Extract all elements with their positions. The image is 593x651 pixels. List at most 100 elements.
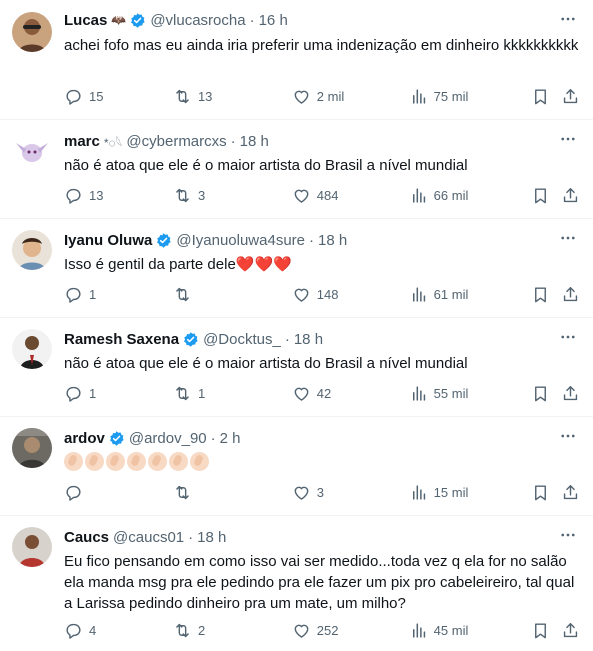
timestamp[interactable]: 16 h: [259, 12, 288, 29]
avatar[interactable]: [12, 527, 52, 567]
author-name[interactable]: marc: [64, 133, 100, 150]
tweet-text: achei fofo mas eu ainda iria preferir um…: [64, 37, 579, 54]
avatar[interactable]: [12, 428, 52, 468]
bookmark-button[interactable]: [531, 285, 561, 304]
like-button[interactable]: 2 mil: [292, 87, 409, 106]
share-button[interactable]: [561, 87, 581, 106]
retweet-button[interactable]: 13: [173, 87, 292, 106]
reply-icon: [64, 384, 83, 403]
more-icon[interactable]: [559, 526, 577, 544]
like-button[interactable]: 484: [292, 186, 409, 205]
like-count: 3: [316, 484, 325, 500]
retweet-count: 13: [197, 88, 213, 104]
name-emoji: *◌⁠⁠𓆩: [103, 136, 123, 150]
like-button[interactable]: 148: [292, 285, 409, 304]
views-icon: [409, 483, 428, 502]
timestamp[interactable]: 18 h: [318, 232, 347, 249]
timestamp[interactable]: 2 h: [220, 430, 241, 447]
like-button[interactable]: 3: [292, 483, 409, 502]
avatar[interactable]: [12, 230, 52, 270]
author-handle[interactable]: @cybermarcxs: [126, 133, 226, 150]
view-count: 75 mil: [433, 88, 469, 104]
author-name[interactable]: Iyanu Oluwa: [64, 232, 152, 249]
retweet-button[interactable]: 3: [173, 186, 292, 205]
reply-button[interactable]: 1: [64, 384, 173, 403]
author-name[interactable]: Lucas: [64, 12, 107, 29]
author-handle[interactable]: @Iyanuoluwa4sure: [176, 232, 305, 249]
more-icon[interactable]: [559, 130, 577, 148]
verified-icon: [182, 331, 199, 348]
bookmark-button[interactable]: [531, 87, 561, 106]
avatar[interactable]: [12, 12, 52, 52]
like-count: 148: [316, 286, 339, 302]
avatar[interactable]: [12, 329, 52, 369]
verified-icon: [129, 12, 146, 29]
more-icon[interactable]: [559, 10, 577, 28]
retweet-icon: [173, 285, 192, 304]
bookmark-button[interactable]: [531, 621, 561, 640]
share-button[interactable]: [561, 621, 581, 640]
views-button[interactable]: 75 mil: [409, 87, 532, 106]
tweet-text: Eu fico pensando em como isso vai ser me…: [64, 553, 575, 612]
avatar[interactable]: [12, 131, 52, 171]
reply-count: 13: [89, 187, 104, 203]
author-name[interactable]: Ramesh Saxena: [64, 331, 179, 348]
views-icon: [409, 186, 428, 205]
author-name[interactable]: Caucs: [64, 529, 109, 546]
views-button[interactable]: 61 mil: [409, 285, 532, 304]
more-icon[interactable]: [559, 427, 577, 445]
views-button[interactable]: 66 mil: [409, 186, 532, 205]
reply-button[interactable]: 13: [64, 186, 173, 205]
share-icon: [561, 186, 580, 205]
bookmark-button[interactable]: [531, 483, 561, 502]
views-button[interactable]: 45 mil: [409, 621, 532, 640]
author-name[interactable]: ardov: [64, 430, 105, 447]
tweet-text-container: Isso é gentil da parte dele❤️❤️❤️: [64, 254, 579, 275]
tweet-text: não é atoa que ele é o maior artista do …: [64, 157, 468, 174]
tweet[interactable]: ardov @ardov_90 · 2 h 3 15 mil: [0, 417, 593, 516]
views-icon: [409, 87, 428, 106]
name-emoji: 🦇: [111, 13, 127, 27]
timestamp[interactable]: 18 h: [294, 331, 323, 348]
more-icon[interactable]: [559, 229, 577, 247]
views-button[interactable]: 15 mil: [409, 483, 532, 502]
reply-button[interactable]: 1: [64, 285, 173, 304]
author-handle[interactable]: @ardov_90: [129, 430, 207, 447]
bookmark-button[interactable]: [531, 384, 561, 403]
more-icon[interactable]: [559, 328, 577, 346]
timestamp[interactable]: 18 h: [197, 529, 226, 546]
retweet-button[interactable]: [173, 285, 292, 304]
author-handle[interactable]: @caucs01: [113, 529, 184, 546]
tweet[interactable]: Ramesh Saxena @Docktus_ · 18 h não é ato…: [0, 318, 593, 417]
retweet-button[interactable]: 1: [173, 384, 292, 403]
clap-emoji: [64, 452, 83, 471]
like-button[interactable]: 252: [292, 621, 409, 640]
bookmark-icon: [531, 621, 550, 640]
reply-button[interactable]: 15: [64, 87, 173, 106]
tweet-text: não é atoa que ele é o maior artista do …: [64, 355, 468, 372]
reply-icon: [64, 87, 83, 106]
timestamp[interactable]: 18 h: [240, 133, 269, 150]
tweet[interactable]: marc *◌⁠⁠𓆩 @cybermarcxs · 18 h não é ato…: [0, 120, 593, 219]
tweet[interactable]: Caucs @caucs01 · 18 h Eu fico pensando e…: [0, 516, 593, 651]
clap-emoji: [127, 452, 146, 471]
like-icon: [292, 186, 311, 205]
retweet-icon: [173, 384, 192, 403]
share-button[interactable]: [561, 186, 581, 205]
views-button[interactable]: 55 mil: [409, 384, 532, 403]
tweet[interactable]: Lucas 🦇 @vlucasrocha · 16 h achei fofo m…: [0, 0, 593, 120]
retweet-button[interactable]: 2: [173, 621, 292, 640]
share-button[interactable]: [561, 483, 581, 502]
share-button[interactable]: [561, 384, 581, 403]
author-handle[interactable]: @Docktus_: [203, 331, 281, 348]
reply-button[interactable]: [64, 483, 173, 502]
retweet-button[interactable]: [173, 483, 292, 502]
reply-button[interactable]: 4: [64, 621, 173, 640]
bookmark-button[interactable]: [531, 186, 561, 205]
author-handle[interactable]: @vlucasrocha: [150, 12, 245, 29]
like-button[interactable]: 42: [292, 384, 409, 403]
tweet[interactable]: Iyanu Oluwa @Iyanuoluwa4sure · 18 h Isso…: [0, 219, 593, 318]
bookmark-icon: [531, 483, 550, 502]
reply-icon: [64, 621, 83, 640]
share-button[interactable]: [561, 285, 581, 304]
